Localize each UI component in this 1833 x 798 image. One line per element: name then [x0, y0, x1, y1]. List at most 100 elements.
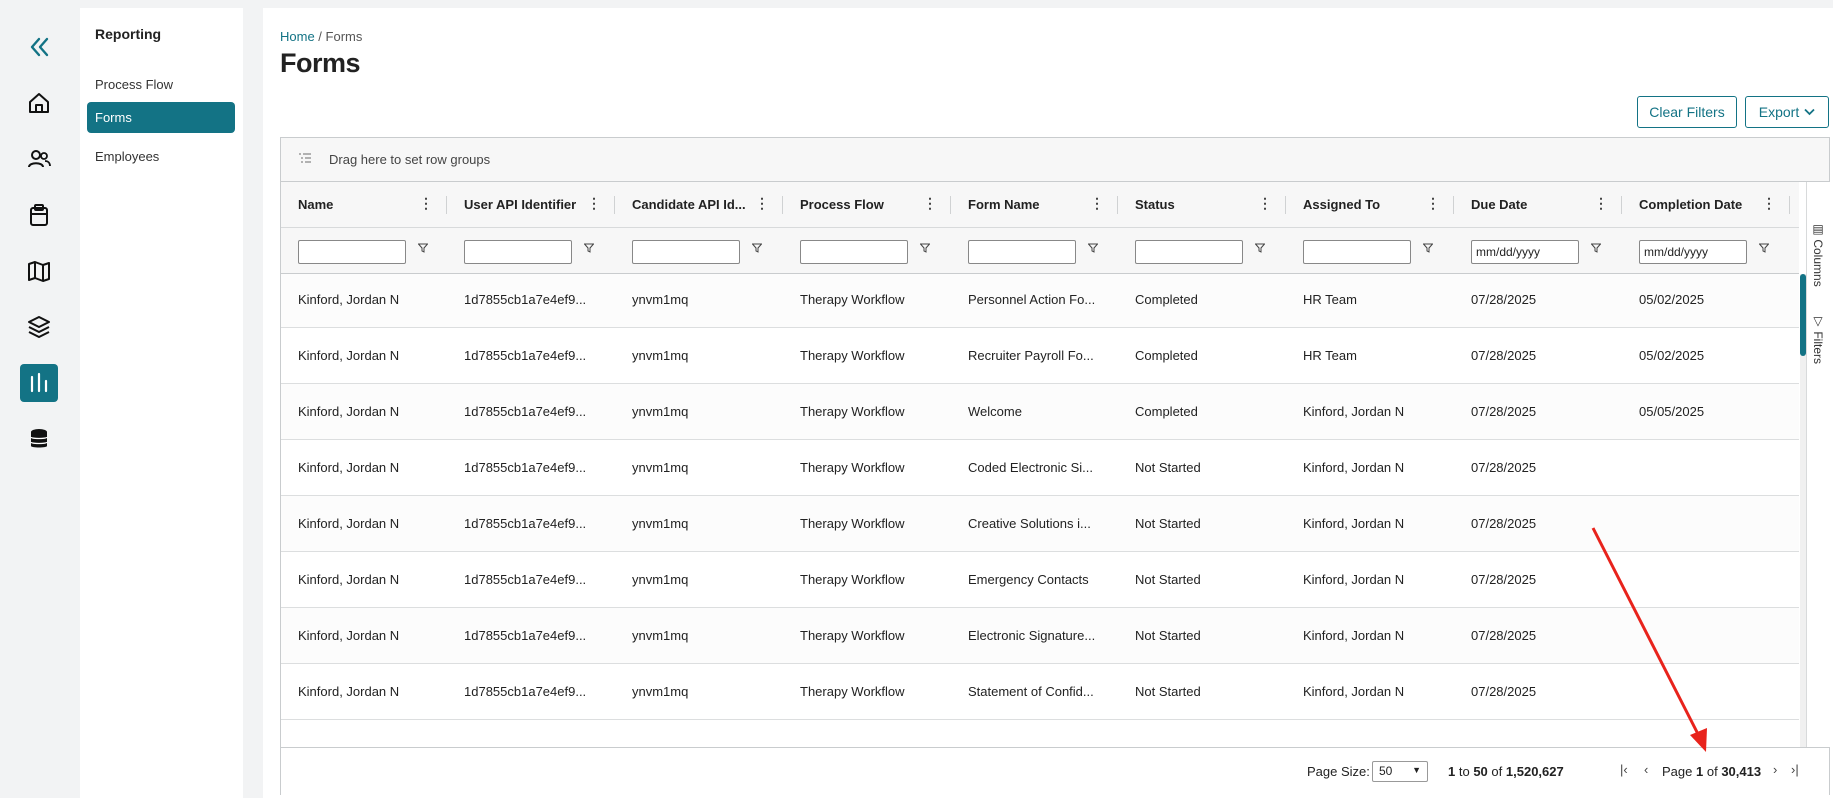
filter-input-form-name[interactable]	[968, 240, 1076, 264]
column-header-process-flow[interactable]: Process Flow ⋮	[783, 182, 951, 228]
filter-input-process-flow[interactable]	[800, 240, 908, 264]
date-filter-input-due-date[interactable]	[1471, 240, 1579, 264]
subnav-item-process-flow[interactable]: Process Flow	[87, 69, 235, 100]
map-icon[interactable]	[20, 252, 58, 290]
filter-cell	[1454, 228, 1622, 274]
range-to: 50	[1473, 764, 1488, 779]
table-row[interactable]: Kinford, Jordan N 1d7855cb1a7e4ef9... ynvm…	[281, 496, 1799, 552]
page-indicator: Page 1 of 30,413	[1662, 764, 1761, 779]
column-menu-icon[interactable]: ⋮	[419, 195, 433, 212]
column-header-due-date[interactable]: Due Date ⋮	[1454, 182, 1622, 228]
page-size-select[interactable]: 50 ▼	[1372, 761, 1428, 782]
column-header-candidate-api-id[interactable]: Candidate API Id... ⋮	[615, 182, 783, 228]
column-menu-icon[interactable]: ⋮	[1258, 195, 1272, 212]
table-row[interactable]: Kinford, Jordan N 1d7855cb1a7e4ef9... ynvm…	[281, 552, 1799, 608]
filter-icon[interactable]	[418, 243, 428, 253]
cell-candidate-api-id: ynvm1mq	[632, 460, 689, 475]
cell-user-api-identifier: 1d7855cb1a7e4ef9...	[464, 404, 587, 419]
filter-icon[interactable]	[1759, 243, 1769, 253]
column-header-status[interactable]: Status ⋮	[1118, 182, 1286, 228]
reporting-icon[interactable]	[20, 364, 58, 402]
cell-status: Not Started	[1135, 516, 1201, 531]
column-menu-icon[interactable]: ⋮	[1090, 195, 1104, 212]
cell-process-flow: Therapy Workflow	[800, 348, 905, 363]
filter-icon[interactable]	[920, 243, 930, 253]
column-header-label: Status	[1135, 197, 1175, 212]
cell-assigned-to: HR Team	[1303, 348, 1357, 363]
cell-due-date: 07/28/2025	[1471, 628, 1537, 643]
export-button[interactable]: Export	[1745, 96, 1829, 128]
cell-form-name: Coded Electronic Si...	[968, 460, 1094, 475]
column-header-label: Process Flow	[800, 197, 884, 212]
row-group-panel[interactable]: Drag here to set row groups	[281, 138, 1829, 182]
filter-icon[interactable]	[584, 243, 594, 253]
cell-status: Not Started	[1135, 460, 1201, 475]
people-icon[interactable]	[20, 140, 58, 178]
cell-name: Kinford, Jordan N	[298, 684, 400, 699]
layers-icon[interactable]	[20, 308, 58, 346]
column-menu-icon[interactable]: ⋮	[1594, 195, 1608, 212]
filter-icon[interactable]	[1591, 243, 1601, 253]
columns-tab[interactable]: ▤ Columns	[1811, 222, 1825, 287]
cell-assigned-to: Kinford, Jordan N	[1303, 628, 1405, 643]
clipboard-icon[interactable]	[20, 196, 58, 234]
column-menu-icon[interactable]: ⋮	[587, 195, 601, 212]
column-menu-icon[interactable]: ⋮	[1426, 195, 1440, 212]
next-page-icon[interactable]: ›	[1773, 762, 1777, 777]
cell-completion-date: 05/05/2025	[1639, 404, 1705, 419]
home-icon[interactable]	[20, 84, 58, 122]
filter-input-candidate-api-id[interactable]	[632, 240, 740, 264]
filter-cell	[281, 228, 447, 274]
last-page-icon[interactable]: ›|	[1791, 762, 1799, 777]
filter-input-name[interactable]	[298, 240, 406, 264]
first-page-icon[interactable]: |‹	[1620, 762, 1628, 777]
column-menu-icon[interactable]: ⋮	[1762, 195, 1776, 212]
filter-icon[interactable]	[752, 243, 762, 253]
subnav-item-employees[interactable]: Employees	[87, 141, 235, 172]
filter-input-status[interactable]	[1135, 240, 1243, 264]
filters-tab[interactable]: ▽ Filters	[1811, 314, 1825, 364]
column-header-name[interactable]: Name ⋮	[281, 182, 447, 228]
filter-icon[interactable]	[1088, 243, 1098, 253]
table-row[interactable]: Kinford, Jordan N 1d7855cb1a7e4ef9... ynvm…	[281, 328, 1799, 384]
filter-input-assigned-to[interactable]	[1303, 240, 1411, 264]
column-header-user-api-identifier[interactable]: User API Identifier ⋮	[447, 182, 615, 228]
table-row[interactable]: Kinford, Jordan N 1d7855cb1a7e4ef9... ynvm…	[281, 384, 1799, 440]
column-header-assigned-to[interactable]: Assigned To ⋮	[1286, 182, 1454, 228]
filters-tab-label: Filters	[1811, 331, 1825, 365]
table-row[interactable]: Kinford, Jordan N 1d7855cb1a7e4ef9... ynvm…	[281, 274, 1799, 328]
cell-form-name: Statement of Confid...	[968, 684, 1094, 699]
filter-icon[interactable]	[1423, 243, 1433, 253]
table-row[interactable]: Kinford, Jordan N 1d7855cb1a7e4ef9... ynvm…	[281, 608, 1799, 664]
filter-input-user-api-identifier[interactable]	[464, 240, 572, 264]
clear-filters-button[interactable]: Clear Filters	[1637, 96, 1737, 128]
cell-form-name: Electronic Signature...	[968, 628, 1096, 643]
cell-name: Kinford, Jordan N	[298, 348, 400, 363]
column-menu-icon[interactable]: ⋮	[755, 195, 769, 212]
cell-status: Not Started	[1135, 572, 1201, 587]
breadcrumb-home-link[interactable]: Home	[280, 29, 315, 44]
page-of-word: of	[1706, 764, 1718, 779]
cell-due-date: 07/28/2025	[1471, 572, 1537, 587]
column-header-label: Candidate API Id...	[632, 197, 746, 212]
cell-candidate-api-id: ynvm1mq	[632, 684, 689, 699]
database-icon[interactable]	[20, 420, 58, 458]
column-resize-handle[interactable]	[1789, 196, 1790, 214]
cell-name: Kinford, Jordan N	[298, 404, 400, 419]
subnav-item-forms[interactable]: Forms	[87, 102, 235, 133]
cell-user-api-identifier: 1d7855cb1a7e4ef9...	[464, 516, 587, 531]
table-row[interactable]: Kinford, Jordan N 1d7855cb1a7e4ef9... ynvm…	[281, 440, 1799, 496]
filter-icon[interactable]	[1255, 243, 1265, 253]
column-header-completion-date[interactable]: Completion Date ⋮	[1622, 182, 1790, 228]
cell-assigned-to: Kinford, Jordan N	[1303, 404, 1405, 419]
cell-candidate-api-id: ynvm1mq	[632, 404, 689, 419]
column-menu-icon[interactable]: ⋮	[923, 195, 937, 212]
collapse-icon[interactable]	[20, 28, 58, 66]
previous-page-icon[interactable]: ‹	[1644, 762, 1648, 777]
date-filter-input-completion-date[interactable]	[1639, 240, 1747, 264]
cell-name: Kinford, Jordan N	[298, 628, 400, 643]
table-row[interactable]: Kinford, Jordan N 1d7855cb1a7e4ef9... ynvm…	[281, 664, 1799, 720]
column-header-form-name[interactable]: Form Name ⋮	[951, 182, 1118, 228]
cell-user-api-identifier: 1d7855cb1a7e4ef9...	[464, 292, 587, 307]
cell-status: Not Started	[1135, 628, 1201, 643]
